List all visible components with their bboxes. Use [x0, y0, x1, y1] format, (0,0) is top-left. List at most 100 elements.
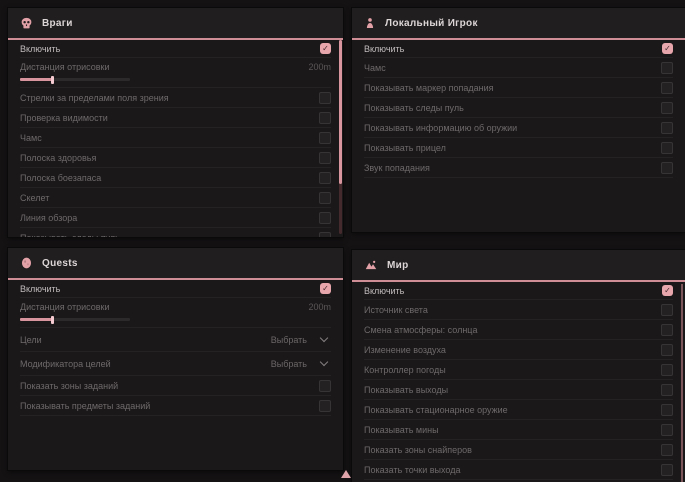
row-toggle[interactable]: Включить✓	[20, 40, 331, 58]
checkbox[interactable]	[661, 162, 673, 174]
checkbox[interactable]: ✓	[320, 283, 331, 294]
checkbox[interactable]	[661, 102, 673, 114]
scrollbar-thumb[interactable]	[681, 284, 683, 482]
row-toggle[interactable]: Полоска здоровья	[20, 148, 331, 168]
checkbox[interactable]	[319, 112, 331, 124]
row-label: Чамс	[20, 133, 42, 143]
checkbox[interactable]	[661, 464, 673, 476]
row-dropdown[interactable]: ЦелиВыбрать	[20, 328, 331, 352]
row-toggle[interactable]: Включить✓	[364, 282, 673, 300]
row-label: Показывать информацию об оружии	[364, 123, 517, 133]
checkbox[interactable]	[661, 324, 673, 336]
checkbox[interactable]: ✓	[662, 43, 673, 54]
checkbox[interactable]: ✓	[320, 43, 331, 54]
row-toggle[interactable]: Показывать прицел	[364, 138, 673, 158]
row-toggle[interactable]: Показать зоны снайперов	[364, 440, 673, 460]
checkbox[interactable]	[661, 142, 673, 154]
row-label: Показать зоны заданий	[20, 381, 118, 391]
row-toggle[interactable]: Контроллер погоды	[364, 360, 673, 380]
row-toggle[interactable]: Показывать информацию об оружии	[364, 118, 673, 138]
panel-world: Мир Включить✓ Источник света Смена атмосфе…	[352, 250, 685, 482]
row-toggle[interactable]: Показывать следы пуль	[364, 98, 673, 118]
row-label: Контроллер погоды	[364, 365, 446, 375]
row-label: Показывать маркер попадания	[364, 83, 494, 93]
chevron-down-icon[interactable]	[320, 358, 328, 366]
slider[interactable]	[20, 318, 130, 321]
scrollbar[interactable]	[681, 284, 683, 482]
row-label: Показывать предметы заданий	[20, 401, 150, 411]
row-toggle[interactable]: Источник света	[364, 300, 673, 320]
row-label: Источник света	[364, 305, 428, 315]
panel-title: Враги	[42, 18, 73, 29]
row-slider[interactable]: Дистанция отрисовки200m	[20, 298, 331, 328]
row-label: Линия обзора	[20, 213, 77, 223]
slider-knob[interactable]	[51, 316, 54, 324]
row-toggle[interactable]: Показывать маркер попадания	[364, 78, 673, 98]
checkbox[interactable]	[661, 364, 673, 376]
checkbox[interactable]	[661, 122, 673, 134]
slider-knob[interactable]	[51, 76, 54, 84]
row-label: Включить	[364, 44, 404, 54]
row-toggle[interactable]: Стрелки за пределами поля зрения	[20, 88, 331, 108]
scrollbar-thumb[interactable]	[339, 40, 342, 184]
row-toggle[interactable]: Полоска боезапаса	[20, 168, 331, 188]
row-toggle[interactable]: Звук попадания	[364, 158, 673, 178]
checkbox[interactable]	[661, 344, 673, 356]
checkbox[interactable]	[319, 92, 331, 104]
row-toggle[interactable]: Показывать стационарное оружие	[364, 400, 673, 420]
checkbox[interactable]	[661, 82, 673, 94]
row-toggle[interactable]: Изменение воздуха	[364, 340, 673, 360]
row-label: Показать точки выхода	[364, 465, 460, 475]
row-toggle[interactable]: Показывать предметы заданий	[20, 396, 331, 416]
row-toggle[interactable]: Показать зоны заданий	[20, 376, 331, 396]
row-slider[interactable]: Дистанция отрисовки200m	[20, 58, 331, 88]
row-toggle[interactable]: Скелет	[20, 188, 331, 208]
row-toggle[interactable]: Чамс	[364, 58, 673, 78]
row-toggle[interactable]: Смена атмосферы: солнца	[364, 320, 673, 340]
row-toggle[interactable]: Линия обзора	[20, 208, 331, 228]
mountain-icon	[364, 259, 378, 271]
checkbox[interactable]	[319, 152, 331, 164]
checkbox[interactable]	[319, 232, 331, 238]
checkbox[interactable]	[319, 172, 331, 184]
checkbox[interactable]	[661, 424, 673, 436]
checkbox[interactable]	[661, 404, 673, 416]
row-label: Включить	[20, 284, 60, 294]
row-label: Показывать следы пуль	[20, 233, 120, 238]
row-label: Показывать выходы	[364, 385, 448, 395]
row-dropdown[interactable]: Модификатора целейВыбрать	[20, 352, 331, 376]
checkbox[interactable]	[661, 384, 673, 396]
row-toggle[interactable]: Включить ✓	[20, 280, 331, 298]
slider[interactable]	[20, 78, 130, 81]
checkbox[interactable]	[319, 192, 331, 204]
row-label: Полоска здоровья	[20, 153, 96, 163]
row-toggle[interactable]: Показывать мины	[364, 420, 673, 440]
panel-header[interactable]: Враги	[8, 8, 343, 40]
checkbox[interactable]	[661, 62, 673, 74]
panel-body: Включить✓Дистанция отрисовки200mСтрелки …	[8, 40, 343, 237]
panel-header[interactable]: Локальный Игрок	[352, 8, 685, 40]
row-label: Показывать стационарное оружие	[364, 405, 508, 415]
panel-title: Quests	[42, 258, 78, 269]
panel-header[interactable]: Мир	[352, 250, 685, 282]
checkbox[interactable]	[319, 380, 331, 392]
mod-menu-overlay: Враги Включить✓Дистанция отрисовки200mСт…	[0, 0, 685, 482]
row-toggle[interactable]: Показывать следы пуль	[20, 228, 331, 237]
row-toggle[interactable]: Проверка видимости	[20, 108, 331, 128]
chevron-down-icon[interactable]	[320, 334, 328, 342]
row-toggle[interactable]: Показать точки выхода	[364, 460, 673, 480]
panel-header[interactable]: Quests	[8, 248, 343, 280]
checkbox[interactable]	[661, 304, 673, 316]
row-toggle[interactable]: Показывать выходы	[364, 380, 673, 400]
skull-icon	[20, 17, 33, 30]
row-label: Звук попадания	[364, 163, 430, 173]
checkbox[interactable]	[661, 444, 673, 456]
checkbox[interactable]	[319, 400, 331, 412]
checkbox[interactable]: ✓	[662, 285, 673, 296]
scrollbar[interactable]	[339, 40, 342, 234]
row-toggle[interactable]: Чамс	[20, 128, 331, 148]
checkbox[interactable]	[319, 212, 331, 224]
checkbox[interactable]	[319, 132, 331, 144]
panel-title: Мир	[387, 260, 409, 271]
row-toggle[interactable]: Включить ✓	[364, 40, 673, 58]
